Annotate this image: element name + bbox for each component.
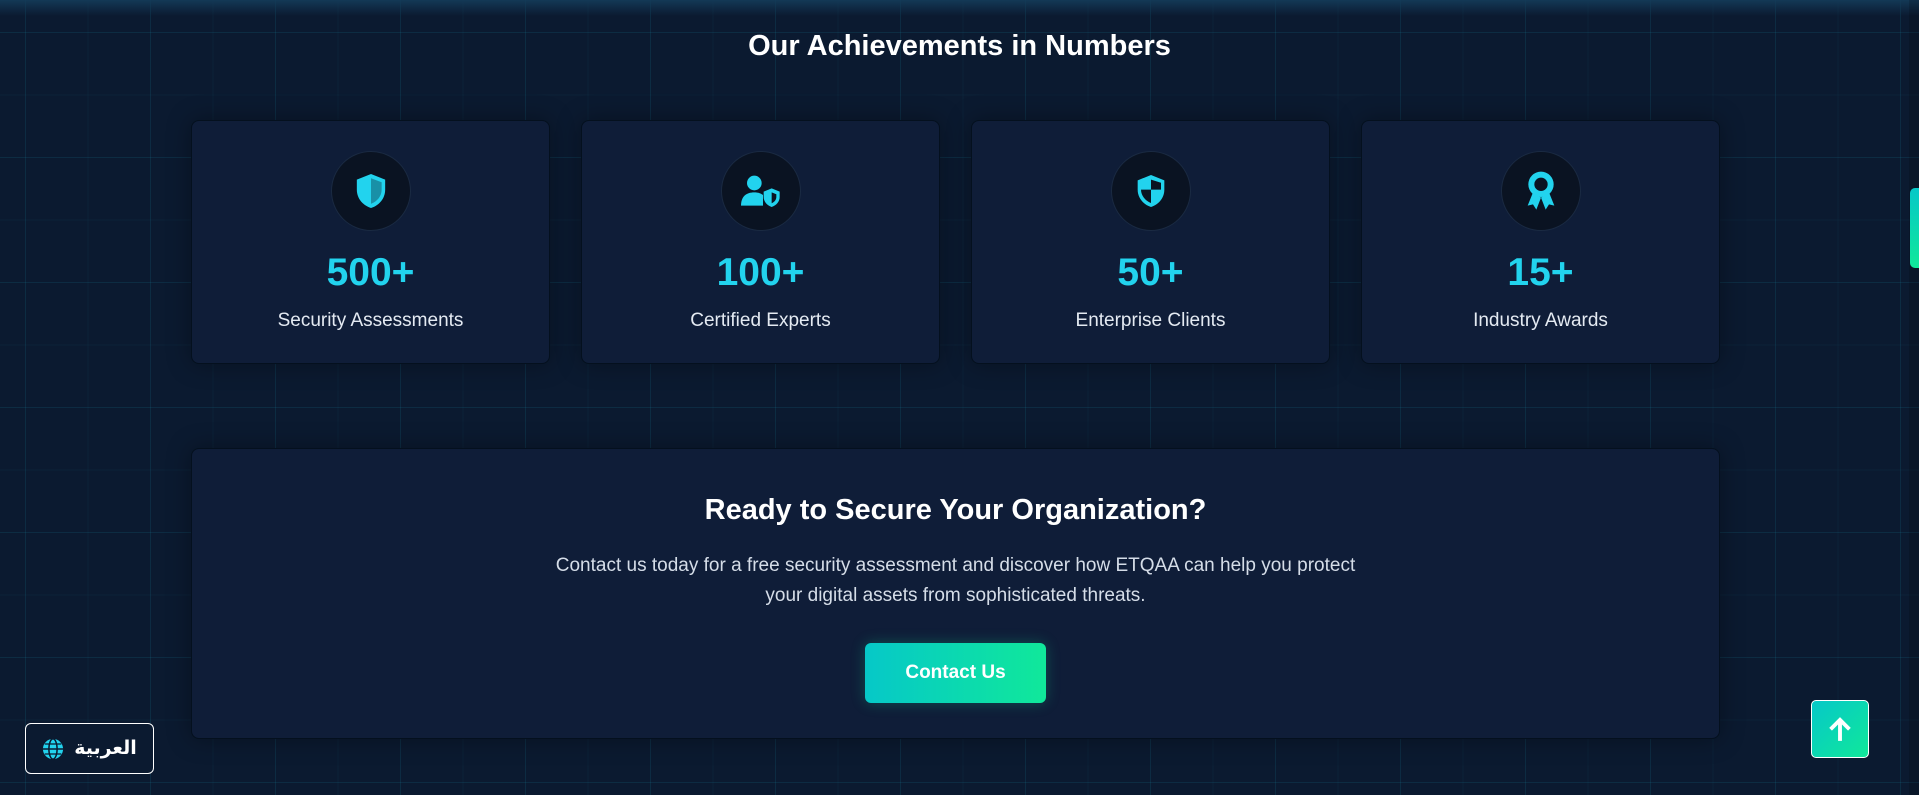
stat-label: Industry Awards: [1473, 310, 1608, 331]
language-switch-label: العربية: [74, 738, 137, 759]
section-title: Our Achievements in Numbers: [748, 30, 1171, 62]
stat-icon-circle: [1110, 151, 1191, 231]
top-glow: [0, 0, 1919, 16]
globe-icon: [43, 737, 64, 760]
stat-icon-circle: [720, 151, 801, 231]
stat-value: 15+: [1507, 251, 1574, 294]
user-shield-icon: [740, 175, 780, 207]
cta-section: Ready to Secure Your Organization? Conta…: [191, 448, 1720, 739]
stat-icon-circle: [330, 151, 411, 231]
stat-icon-circle: [1500, 151, 1581, 231]
scroll-to-top-button[interactable]: [1811, 700, 1869, 758]
cta-title: Ready to Secure Your Organization?: [704, 494, 1207, 526]
shield-icon: [356, 174, 385, 208]
scrollbar-track[interactable]: [1909, 0, 1919, 795]
cta-description: Contact us today for a free security ass…: [555, 555, 1356, 606]
scrollbar-thumb[interactable]: [1910, 188, 1919, 268]
award-icon: [1527, 171, 1554, 210]
stat-label: Certified Experts: [690, 310, 831, 331]
stat-value: 100+: [716, 251, 805, 294]
arrow-up-icon: [1829, 717, 1851, 741]
stat-value: 50+: [1117, 251, 1184, 294]
stat-card-certified-experts: 100+ Certified Experts: [581, 120, 940, 364]
shield-halved-icon: [1137, 175, 1164, 207]
stat-label: Security Assessments: [277, 310, 464, 331]
contact-us-button[interactable]: Contact Us: [865, 643, 1046, 703]
stat-card-enterprise-clients: 50+ Enterprise Clients: [971, 120, 1330, 364]
language-switch-button[interactable]: العربية: [25, 723, 154, 774]
stat-card-industry-awards: 15+ Industry Awards: [1361, 120, 1720, 364]
stat-card-security-assessments: 500+ Security Assessments: [191, 120, 550, 364]
stats-row: 500+ Security Assessments 100+ Certified…: [191, 120, 1720, 364]
stat-value: 500+: [326, 251, 415, 294]
stat-label: Enterprise Clients: [1075, 310, 1226, 331]
